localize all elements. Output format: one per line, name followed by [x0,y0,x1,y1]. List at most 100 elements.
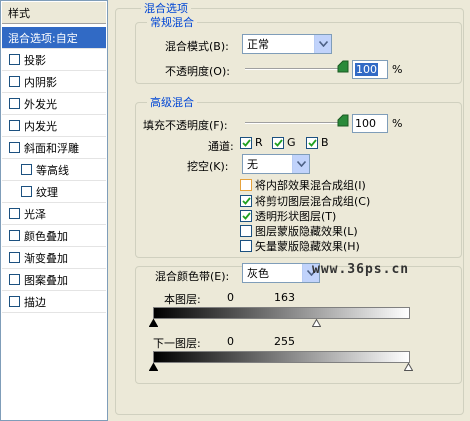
advanced-option[interactable]: 图层蒙版隐藏效果(L) [240,223,358,239]
this-layer-white-value: 163 [274,291,295,304]
style-checkbox[interactable] [9,296,20,307]
opacity-slider-track[interactable] [245,68,343,70]
underlying-gradient-bar [153,351,410,363]
checkmark-icon [273,138,283,147]
sidebar-item[interactable]: 外发光 [2,93,106,115]
advanced-option[interactable]: 透明形状图层(T) [240,208,336,224]
style-checkbox[interactable] [9,252,20,263]
advanced-option[interactable]: 将剪切图层混合成组(C) [240,193,370,209]
dropdown-arrow-icon [292,155,309,173]
sidebar-item[interactable]: 图案叠加 [2,269,106,291]
blend-mode-select[interactable]: 正常 [242,34,332,54]
triangle-stop-icon[interactable] [312,319,321,327]
sidebar-header: 样式 [2,2,106,24]
knockout-select[interactable]: 无 [242,154,310,174]
slider-thumb-icon[interactable] [337,114,349,127]
sidebar-item-label: 投影 [24,53,46,67]
sidebar-item[interactable]: 颜色叠加 [2,225,106,247]
channels-label: 通道: [208,140,234,153]
channel-label: B [321,136,329,149]
triangle-stop-icon[interactable] [404,363,413,371]
option-checkbox[interactable] [240,210,252,222]
sidebar-item[interactable]: 内阴影 [2,71,106,93]
style-checkbox[interactable] [9,98,20,109]
option-checkbox[interactable] [240,195,252,207]
sidebar-item[interactable]: 斜面和浮雕 [2,137,106,159]
style-checkbox[interactable] [9,274,20,285]
general-blending-title: 常规混合 [147,14,197,30]
option-label: 将剪切图层混合成组(C) [255,195,371,208]
sidebar-item[interactable]: 渐变叠加 [2,247,106,269]
option-checkbox[interactable] [240,179,252,191]
sidebar-item-label: 混合选项:自定 [8,31,78,45]
sidebar-item-label: 内发光 [24,119,57,133]
checkmark-icon [241,138,251,147]
opacity-unit: % [392,63,403,76]
this-layer-black-value: 0 [227,291,234,304]
option-checkbox[interactable] [240,240,252,252]
channel-label: R [255,136,263,149]
checkmark-icon [241,212,251,220]
style-checkbox[interactable] [21,164,32,175]
channel-checkbox[interactable] [306,136,318,149]
opacity-input[interactable]: 100 [352,60,388,79]
style-checkbox[interactable] [9,76,20,87]
option-label: 将内部效果混合成组(I) [255,179,366,192]
advanced-option[interactable]: 矢量蒙版隐藏效果(H) [240,238,360,254]
channel-label: G [287,136,296,149]
channel-r-toggle[interactable]: R [240,136,263,149]
sidebar-item-label: 图案叠加 [24,273,68,287]
triangle-stop-icon[interactable] [149,319,158,327]
sidebar-item[interactable]: 投影 [2,49,106,71]
styles-sidebar: 样式 混合选项:自定 投影内阴影外发光内发光斜面和浮雕等高线纹理光泽颜色叠加 渐变… [0,0,108,421]
sidebar-item[interactable]: 等高线 [2,159,106,181]
blend-mode-value: 正常 [247,38,269,51]
sidebar-header-label: 样式 [8,6,30,20]
style-checkbox[interactable] [9,142,20,153]
sidebar-item[interactable]: 描边 [2,291,106,313]
fill-opacity-input[interactable]: 100 [352,114,388,133]
option-label: 矢量蒙版隐藏效果(H) [255,240,360,253]
sidebar-item[interactable]: 光泽 [2,203,106,225]
sidebar-item[interactable]: 纹理 [2,181,106,203]
option-label: 透明形状图层(T) [255,210,337,223]
fill-opacity-label: 填充不透明度(F): [143,119,228,132]
sidebar-item-label: 内阴影 [24,75,57,89]
sidebar-item-label: 等高线 [36,163,69,177]
blend-mode-label: 混合模式(B): [165,40,229,53]
channel-checkbox[interactable] [272,136,284,149]
underlying-white-value: 255 [274,335,295,348]
channel-b-toggle[interactable]: B [306,136,329,149]
option-checkbox[interactable] [240,225,252,237]
fill-opacity-slider-track[interactable] [245,122,343,124]
style-checkbox[interactable] [9,230,20,241]
sidebar-item-label: 纹理 [36,185,58,199]
blend-if-value: 灰色 [247,267,269,280]
style-checkbox[interactable] [9,208,20,219]
checkmark-icon [241,197,251,205]
dropdown-arrow-icon [314,35,331,53]
style-checkbox[interactable] [9,54,20,65]
channel-g-toggle[interactable]: G [272,136,296,149]
style-checkbox[interactable] [21,186,32,197]
sidebar-item-blending-options[interactable]: 混合选项:自定 [2,27,106,49]
style-checkbox[interactable] [9,120,20,131]
underlying-layer-label: 下一图层: [153,337,201,350]
advanced-blending-title: 高级混合 [147,94,197,110]
channel-checkbox[interactable] [240,136,252,149]
advanced-option[interactable]: 将内部效果混合成组(I) [240,177,366,193]
sidebar-item-label: 描边 [24,295,46,309]
fill-opacity-unit: % [392,117,403,130]
triangle-stop-icon[interactable] [149,363,158,371]
blend-if-select[interactable]: 灰色 [242,263,320,283]
this-layer-gradient-bar [153,307,410,319]
fill-opacity-value: 100 [355,117,376,130]
underlying-black-value: 0 [227,335,234,348]
watermark-text: www.36ps.cn [312,262,410,277]
sidebar-item-label: 外发光 [24,97,57,111]
sidebar-item-label: 光泽 [24,207,46,221]
opacity-label: 不透明度(O): [165,65,230,78]
opacity-value: 100 [355,63,378,76]
slider-thumb-icon[interactable] [337,60,349,73]
sidebar-item[interactable]: 内发光 [2,115,106,137]
